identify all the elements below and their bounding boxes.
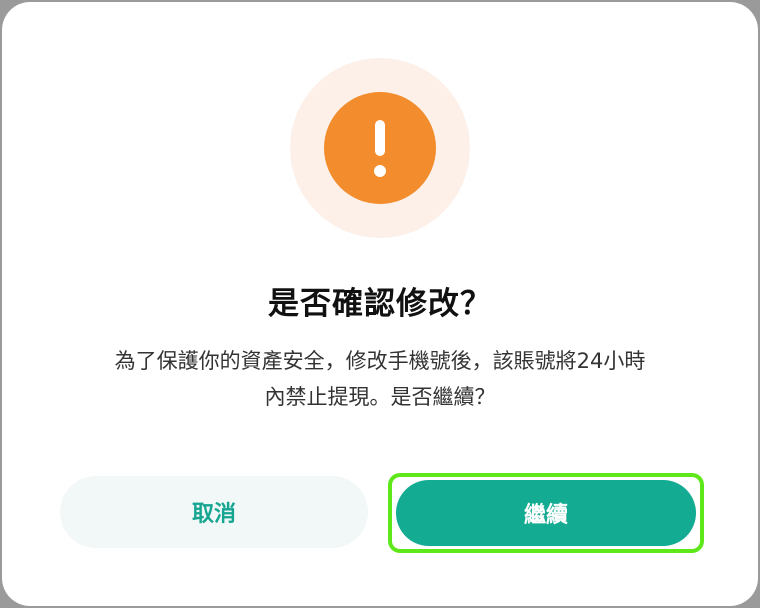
continue-button-highlight: 繼續 xyxy=(388,473,704,553)
dialog-message-line-1: 為了保護你的資產安全，修改手機號後，該賬號將24小時 xyxy=(114,349,646,373)
dialog-message: 為了保護你的資產安全，修改手機號後，該賬號將24小時 內禁止提現。是否繼續？ xyxy=(42,343,718,415)
continue-button[interactable]: 繼續 xyxy=(396,480,696,546)
confirm-dialog: 是否確認修改？ 為了保護你的資產安全，修改手機號後，該賬號將24小時 內禁止提現… xyxy=(2,2,758,606)
warning-icon-halo xyxy=(290,58,470,238)
dialog-title: 是否確認修改？ xyxy=(268,286,492,322)
dialog-message-line-2: 內禁止提現。是否繼續？ xyxy=(264,385,496,409)
cancel-button[interactable]: 取消 xyxy=(60,476,368,548)
exclamation-warning-icon xyxy=(324,92,436,204)
